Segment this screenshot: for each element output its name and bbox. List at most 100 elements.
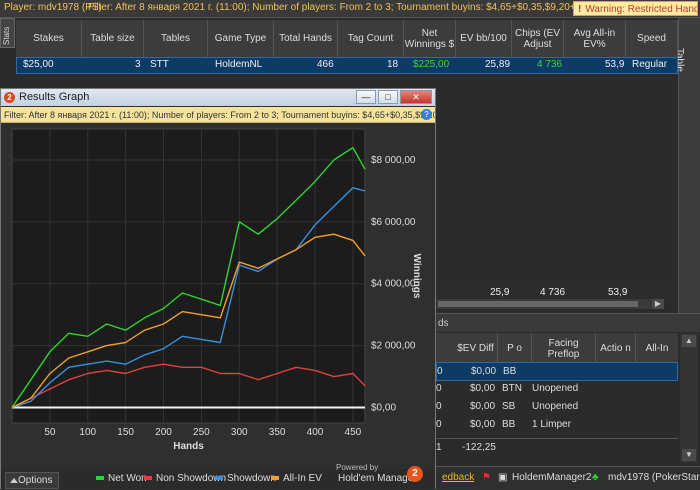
all-in-ev-swatch <box>271 476 279 481</box>
legend-non-showdown[interactable]: Non Showdown <box>144 473 226 484</box>
col-facing-preflop[interactable]: Facing Preflop <box>532 333 596 364</box>
row-prefix: 0 <box>436 401 442 412</box>
cell-total-hands: 466 <box>317 59 334 70</box>
col-chips-ev[interactable]: Chips (EV Adjust <box>512 20 564 57</box>
x-axis-label: Hands <box>173 441 204 452</box>
cell-speed: Regular <box>632 59 668 70</box>
list-item[interactable]: 0 $0,00 BTN Unopened <box>436 380 678 399</box>
col-total-hands[interactable]: Total Hands <box>274 20 338 57</box>
x-tick-label: 50 <box>44 427 56 438</box>
row-ev: $0,00 <box>470 401 496 412</box>
sum-avg-allin: 53,9 <box>608 287 628 298</box>
cell-tables: STT <box>150 59 169 70</box>
row-pos: BB <box>502 419 516 430</box>
brand-logo-icon: 2 <box>407 466 423 482</box>
col-action[interactable]: Actio n <box>596 333 636 364</box>
row-ev: $0,00 <box>470 419 496 430</box>
col-ev-bb100[interactable]: EV bb/100 <box>456 20 512 57</box>
total-prefix: 1 <box>436 442 442 453</box>
results-graph-window: 2 Results Graph — □ ✕ Filter: After 8 ян… <box>0 88 436 489</box>
row-ev: $0,00 <box>470 383 496 394</box>
legend-net-won[interactable]: Net Won <box>96 473 147 484</box>
feedback-link[interactable]: edback <box>442 472 474 483</box>
options-button[interactable]: Options <box>5 472 60 489</box>
col-stakes[interactable]: Stakes <box>16 20 82 57</box>
x-tick-label: 100 <box>79 427 96 438</box>
cell-chips-ev: 4 736 <box>537 59 563 70</box>
y-tick-label: $8 000,00 <box>371 155 416 166</box>
col-avg-allin-ev[interactable]: Avg All-in EV% <box>564 20 626 57</box>
total-value: -122,25 <box>462 442 496 453</box>
filter-bar: Player: mdv1978 (PS) Filter: After 8 янв… <box>0 0 700 18</box>
row-prefix: 0 <box>437 366 443 377</box>
col-net-winnings[interactable]: Net Winnings $ <box>404 20 456 57</box>
non-showdown-swatch <box>144 476 152 481</box>
pokerstars-icon: ♣ <box>592 472 599 483</box>
horizontal-scrollbar[interactable]: ▶ <box>436 299 664 309</box>
list-item[interactable]: 0 $0,00 BB 1 Limper <box>436 416 678 435</box>
row-prefix: 0 <box>436 419 442 430</box>
panel-splitter[interactable]: ds <box>436 313 700 332</box>
cell-avg-allin-ev: 53,9 <box>605 59 625 70</box>
x-tick-label: 450 <box>345 427 362 438</box>
restricted-warning[interactable]: ! Warning: Restricted Hands <box>573 1 698 16</box>
col-game-type[interactable]: Game Type <box>208 20 274 57</box>
vertical-scrollbar[interactable]: ▲ ▼ <box>680 333 698 463</box>
scroll-down-icon[interactable]: ▼ <box>682 449 696 461</box>
legend-label: Net Won <box>108 473 147 484</box>
cell-table-size: 3 <box>135 59 141 70</box>
scroll-up-icon[interactable]: ▲ <box>682 335 696 347</box>
cell-ev-bb100: 25,89 <box>485 59 511 70</box>
hm2-app-icon: ▣ <box>498 472 508 483</box>
cell-game-type: HoldemNL <box>215 59 263 70</box>
warning-text: Warning: Restricted Hands <box>585 4 698 15</box>
plot-area <box>11 128 366 424</box>
stats-side-tab[interactable]: Stats <box>0 18 15 48</box>
x-tick-label: 300 <box>231 427 248 438</box>
warning-icon: ! <box>578 4 582 15</box>
y-tick-label: $2 000,00 <box>371 341 416 352</box>
cell-stakes: $25,00 <box>23 59 54 70</box>
scroll-right-icon[interactable]: ▶ <box>652 299 664 309</box>
col-table-size[interactable]: Table size <box>82 20 144 57</box>
stats-tab-label: Stats <box>2 26 11 45</box>
brand-name: Hold'em Manager <box>338 473 417 484</box>
x-tick-label: 350 <box>269 427 286 438</box>
x-tick-label: 250 <box>193 427 210 438</box>
hands-tab-fragment[interactable]: ds <box>438 318 449 329</box>
col-speed[interactable]: Speed <box>626 20 678 57</box>
hands-grid-header: $EV Diff P o Facing Preflop Actio n All-… <box>436 333 678 365</box>
y-tick-label: $6 000,00 <box>371 217 416 228</box>
legend-showdown[interactable]: Showdown <box>215 473 276 484</box>
row-prefix: 0 <box>436 383 442 394</box>
row-facing: Unopened <box>532 383 579 394</box>
stats-grid-header: Stakes Table size Tables Game Type Total… <box>16 20 678 58</box>
col-ev-diff[interactable]: $EV Diff <box>454 333 498 364</box>
results-chart: 50 100 150 200 250 300 350 400 450 $0,00 $2 000,00… <box>11 128 422 452</box>
col-tables[interactable]: Tables <box>144 20 208 57</box>
flag-icon[interactable]: ⚑ <box>482 472 491 483</box>
col-tag-count[interactable]: Tag Count <box>338 20 404 57</box>
row-pos: BTN <box>502 383 522 394</box>
col-all-in[interactable]: All-In <box>636 333 678 364</box>
legend-all-in-ev[interactable]: All-In EV <box>271 473 322 484</box>
list-item[interactable]: 0 $0,00 SB Unopened <box>436 398 678 417</box>
net-won-swatch <box>96 476 104 481</box>
legend-label: Showdown <box>227 473 276 484</box>
taskbar-app-hm2[interactable]: HoldemManager2 <box>512 472 592 483</box>
cell-tag-count: 18 <box>387 59 399 70</box>
y-tick-label: $0,00 <box>371 403 396 414</box>
y-tick-label: $4 000,00 <box>371 279 416 290</box>
table-row[interactable]: $25,00 3 STT HoldemNL 466 18 $225,00 25,… <box>16 57 678 74</box>
taskbar-app-pokerstars[interactable]: mdv1978 (PokerStars) <box>608 472 700 483</box>
row-ev: $0,00 <box>471 366 497 377</box>
scroll-thumb[interactable] <box>438 301 638 307</box>
table-side-tab[interactable]: Table <box>674 18 700 318</box>
row-pos: SB <box>502 401 516 412</box>
hands-total-row: 1 -122,25 <box>436 438 678 458</box>
row-facing: 1 Limper <box>532 419 571 430</box>
col-position[interactable]: P o <box>498 333 532 364</box>
list-item[interactable]: 0 $0,00 BB <box>436 362 678 381</box>
y-axis-label: Winnings <box>411 254 422 299</box>
x-tick-label: 200 <box>155 427 172 438</box>
